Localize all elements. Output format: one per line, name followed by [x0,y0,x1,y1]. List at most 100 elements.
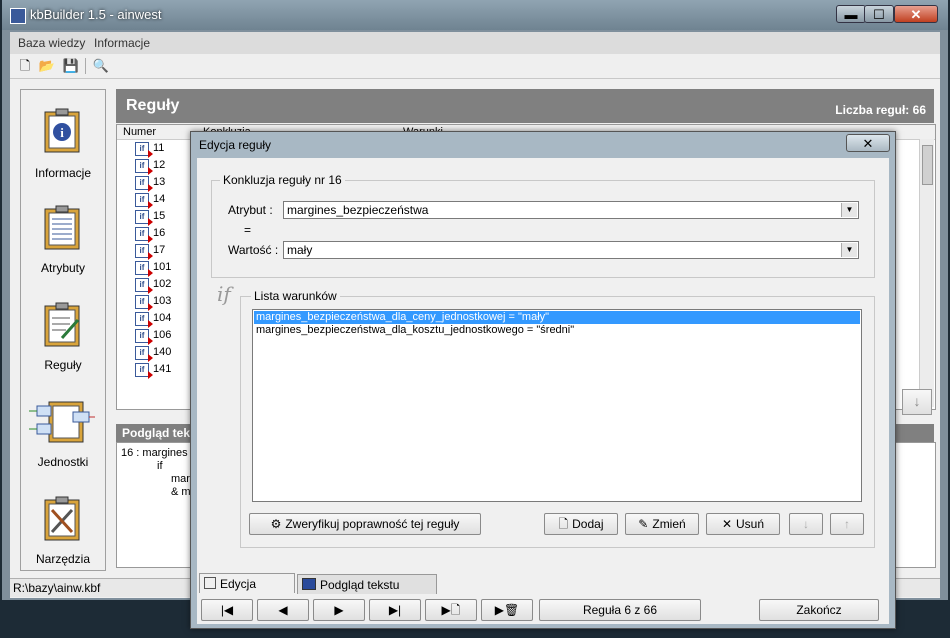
rule-number: 104 [153,312,172,324]
rule-number: 106 [153,329,172,341]
edit-rule-dialog: Edycja reguły ✕ Konkluzja reguły nr 16 A… [190,131,896,629]
sidebar-label-reguly: Reguły [44,358,82,372]
move-down-button[interactable]: ↓ [902,389,932,415]
new-rule-button[interactable]: ▶🗋 [425,599,477,621]
delete-rule-button[interactable]: ▶🗑 [481,599,533,621]
close-button[interactable]: ✕ [894,5,938,23]
trash-icon: ▶🗑 [494,603,520,617]
rules-panel-header: Reguły Liczba reguł: 66 [116,89,934,123]
scrollbar-thumb[interactable] [922,145,933,185]
rule-if-icon: if [135,346,153,362]
rule-if-icon: if [135,278,153,294]
save-icon[interactable]: 💾 [62,57,80,75]
preview-line: if [157,460,163,472]
status-path: R:\bazy\ainw.kbf [13,581,101,595]
verify-rule-label: Zweryfikuj poprawność tej reguły [285,517,460,531]
dialog-close-button[interactable]: ✕ [846,134,890,152]
new-file-icon[interactable]: 🗋 [16,57,34,75]
tab-edycja-reguly[interactable]: Edycja reguły [199,573,295,611]
preview-line: 16 : margines [121,447,188,459]
sidebar-item-narzedzia[interactable]: Narzędzia [21,496,105,586]
minimize-button[interactable]: ▬ [836,5,866,23]
edit-tab-icon [204,577,216,589]
rule-if-icon: if [135,193,153,209]
monitor-icon [302,578,316,590]
sidebar-item-reguly[interactable]: Reguły [21,302,105,392]
previous-icon: ◀ [278,603,288,617]
move-condition-up-button[interactable]: ↑ [830,513,864,535]
sidebar-label-jednostki: Jednostki [37,455,89,469]
condition-item[interactable]: margines_bezpieczeństwa_dla_kosztu_jedno… [254,324,860,337]
sidebar-item-atrybuty[interactable]: Atrybuty [21,205,105,295]
value-label: Wartość : [228,243,279,257]
attributes-clipboard-icon [44,205,80,250]
rule-number: 102 [153,278,172,290]
rule-if-icon: if [135,159,153,175]
first-rule-button[interactable]: |◀ [201,599,253,621]
move-condition-down-button[interactable]: ↓ [789,513,823,535]
add-label: Dodaj [572,517,604,531]
change-condition-button[interactable]: ✎ Zmień [625,513,699,535]
menu-informacje[interactable]: Informacje [94,36,150,50]
rule-number: 103 [153,295,172,307]
rule-number: 16 [153,227,166,239]
attribute-value: margines_bezpieczeństwa [287,203,429,217]
add-condition-button[interactable]: 🗋 Dodaj [544,513,618,535]
rule-if-icon: if [135,142,153,158]
attribute-select[interactable]: margines_bezpieczeństwa ▼ [283,201,859,219]
if-symbol: if [217,282,231,306]
chevron-down-icon[interactable]: ▼ [841,203,857,217]
value-select[interactable]: mały ▼ [283,241,859,259]
column-number[interactable]: Numer [123,126,156,138]
title-bar[interactable]: kbBuilder 1.5 - ainwest ▬ ☐ ✕ [2,0,948,30]
delete-condition-button[interactable]: ✕ Usuń [706,513,780,535]
rule-number: 13 [153,176,166,188]
edit-icon: ✎ [638,517,649,531]
last-icon: ▶| [388,603,402,617]
sidebar-item-jednostki[interactable]: Jednostki [21,400,105,490]
next-rule-button[interactable]: ▶ [313,599,365,621]
preview-icon[interactable]: 🔍 [92,57,110,75]
info-clipboard-icon: i [44,108,80,153]
rule-number: 11 [153,142,165,154]
attribute-label: Atrybut : [228,203,273,217]
finish-button[interactable]: Zakończ [759,599,879,621]
maximize-button[interactable]: ☐ [864,5,894,23]
dialog-tabs: Edycja reguły Podgląd tekstu reguły [199,573,889,612]
conclusion-group: Konkluzja reguły nr 16 Atrybut : margine… [211,173,875,278]
first-icon: |◀ [220,603,234,617]
previous-rule-button[interactable]: ◀ [257,599,309,621]
sidebar-item-informacje[interactable]: i Informacje [21,108,105,198]
next-icon: ▶ [334,603,344,617]
rules-count: Liczba reguł: 66 [835,103,926,117]
arrow-down-icon: ↓ [803,517,809,531]
app-icon [10,8,26,24]
menu-baza-wiedzy[interactable]: Baza wiedzy [18,36,85,50]
conditions-list[interactable]: margines_bezpieczeństwa_dla_ceny_jednost… [252,309,862,502]
new-document-icon: 🗋 [558,517,569,531]
rule-number: 141 [153,363,172,375]
rule-number: 14 [153,193,166,205]
rule-number: 140 [153,346,172,358]
rules-clipboard-icon [44,302,80,347]
svg-text:i: i [60,125,64,140]
last-rule-button[interactable]: ▶| [369,599,421,621]
tab-podglad-tekstu[interactable]: Podgląd tekstu reguły [297,574,437,612]
rule-number: 17 [153,244,166,256]
rules-list-scrollbar[interactable] [919,139,934,407]
dialog-title: Edycja reguły [199,138,272,152]
rule-position: Reguła 6 z 66 [539,599,701,621]
delete-label: Usuń [736,517,765,531]
chevron-down-icon[interactable]: ▼ [841,243,857,257]
menu-bar: Baza wiedzy Informacje [10,32,940,54]
rule-if-icon: if [135,261,153,277]
open-folder-icon[interactable]: 📂 [38,57,56,75]
verify-icon: ⚙ [270,517,282,531]
rule-if-icon: if [135,176,153,192]
rule-number: 12 [153,159,166,171]
condition-item[interactable]: margines_bezpieczeństwa_dla_ceny_jednost… [254,311,860,324]
new-rule-icon: ▶🗋 [441,603,461,617]
verify-rule-button[interactable]: ⚙ Zweryfikuj poprawność tej reguły [249,513,481,535]
value-value: mały [287,243,313,257]
arrow-up-icon: ↑ [844,517,850,531]
